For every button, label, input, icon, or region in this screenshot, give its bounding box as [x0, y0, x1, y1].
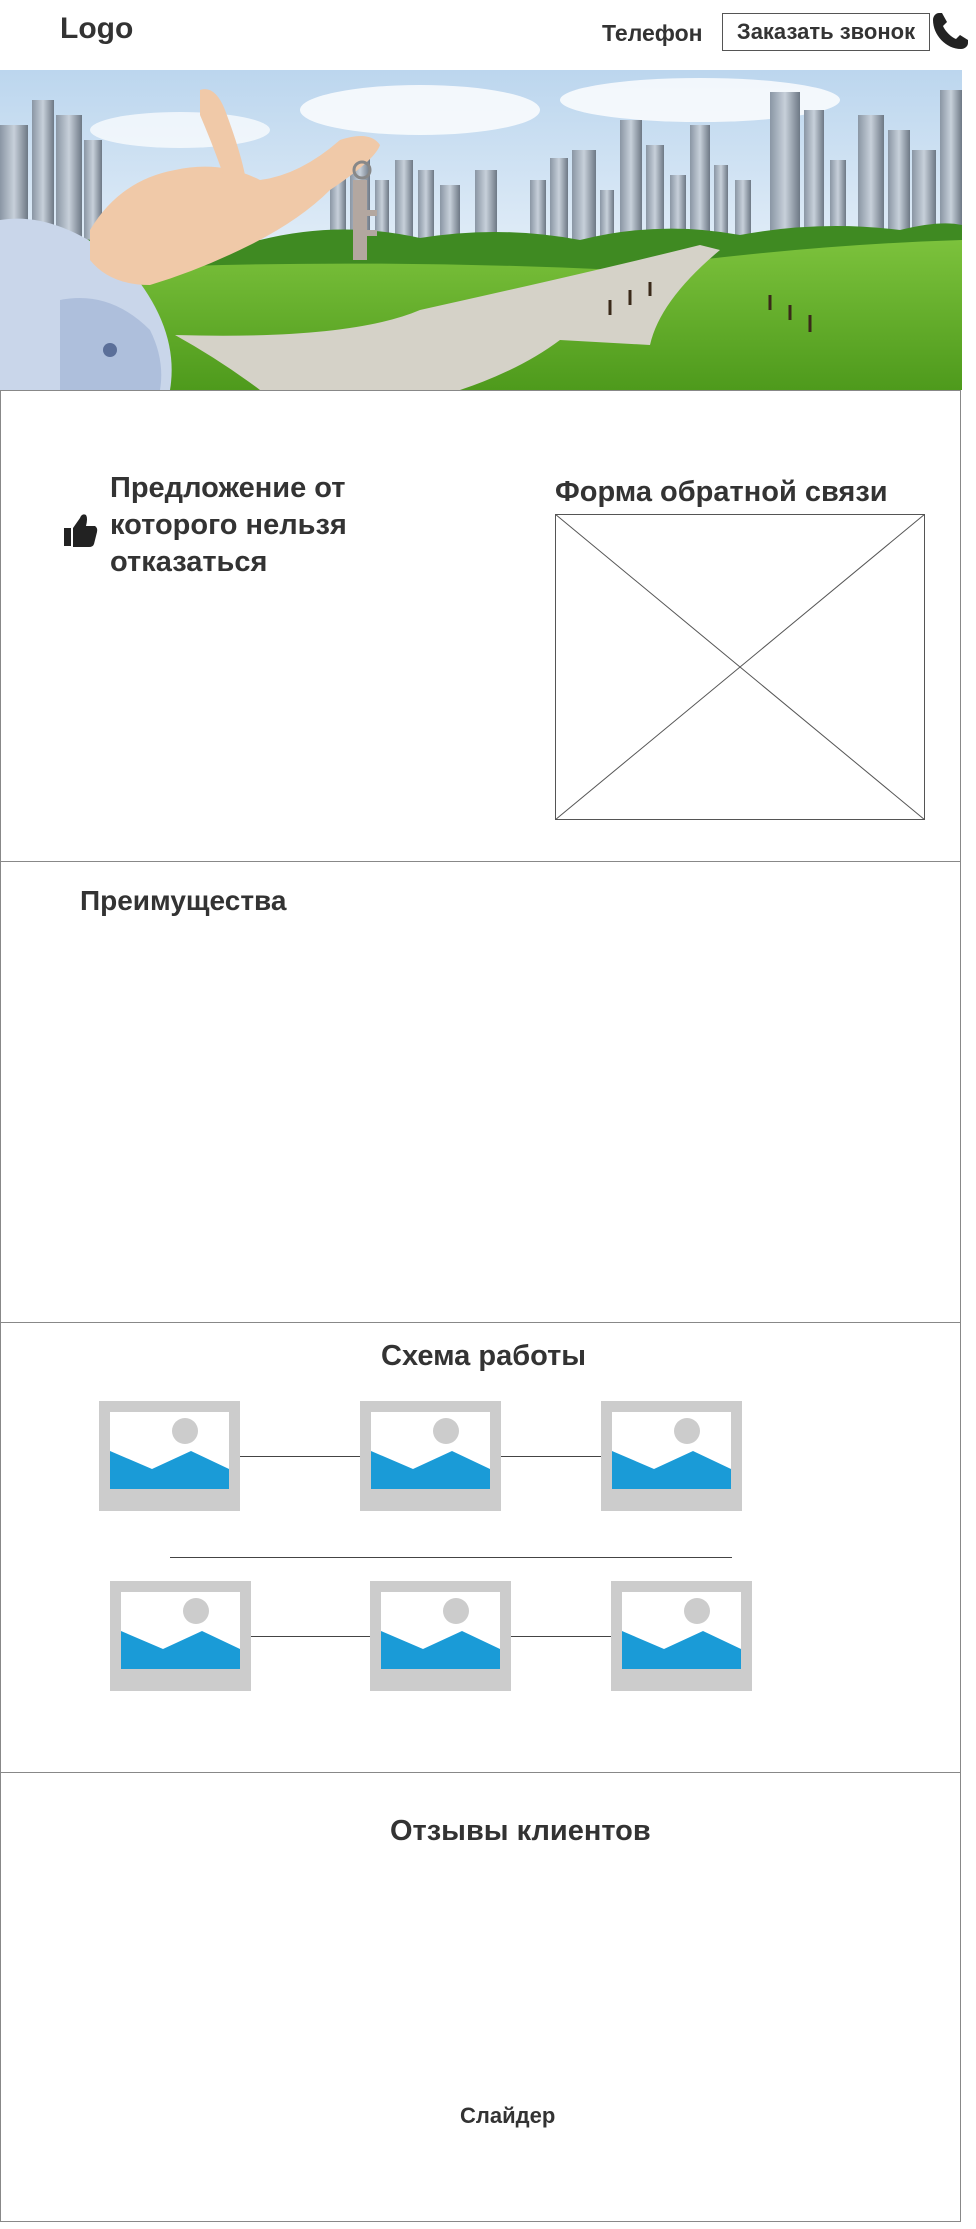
connector-line: [240, 1456, 360, 1457]
step-image-placeholder-4: [110, 1581, 251, 1691]
row-divider-line: [170, 1557, 732, 1558]
step-image-placeholder-2: [360, 1401, 501, 1511]
connector-line: [251, 1636, 370, 1637]
phone-icon[interactable]: [930, 10, 970, 52]
advantages-section: [0, 861, 961, 1323]
logo[interactable]: Logo: [60, 12, 133, 46]
thumbs-up-icon: [64, 514, 98, 547]
phone-label: Телефон: [602, 20, 703, 46]
work-scheme-title: Схема работы: [381, 1340, 587, 1372]
reviews-title: Отзывы клиентов: [390, 1815, 651, 1847]
step-image-placeholder-6: [611, 1581, 752, 1691]
feedback-form-title: Форма обратной связи: [555, 476, 888, 508]
work-scheme-section: [0, 1322, 961, 1773]
callback-button[interactable]: Заказать звонок: [722, 13, 930, 51]
hero-banner-image: [0, 70, 962, 390]
offer-text: Предложение от которого нельзя отказатьс…: [110, 472, 347, 578]
reviews-slider[interactable]: Слайдер: [460, 2103, 555, 2129]
feedback-form-placeholder[interactable]: [555, 514, 925, 820]
connector-line: [511, 1636, 611, 1637]
advantages-title: Преимущества: [80, 885, 287, 916]
connector-line: [501, 1456, 601, 1457]
step-image-placeholder-1: [99, 1401, 240, 1511]
step-image-placeholder-3: [601, 1401, 742, 1511]
step-image-placeholder-5: [370, 1581, 511, 1691]
